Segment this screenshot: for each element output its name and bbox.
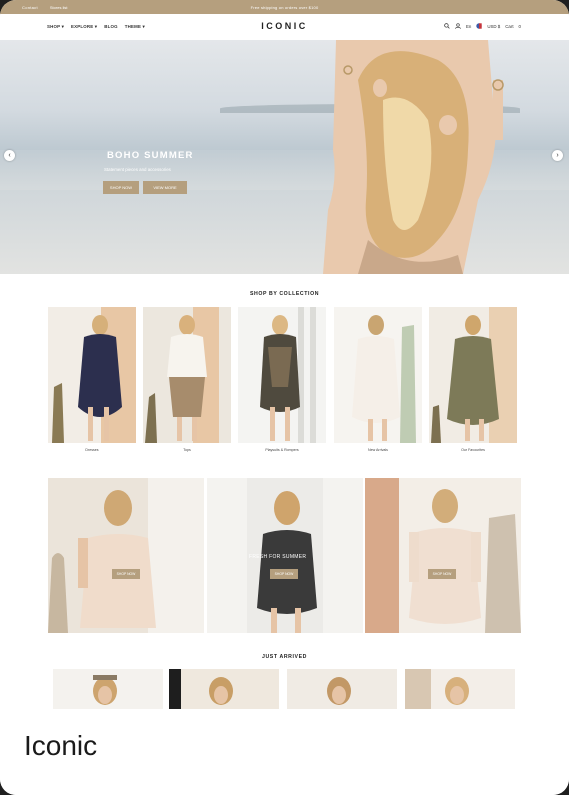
product-image [327,677,351,705]
caption-bar: Iconic [0,709,569,795]
flag-icon [476,23,483,30]
banner-right[interactable] [365,478,521,633]
product-card[interactable] [169,669,279,709]
hero-next-arrow[interactable]: › [552,150,563,161]
collection-label[interactable]: Playsuits & Rompers [238,448,326,452]
hero-slideshow: ‹ › [0,40,569,274]
collection-label[interactable]: New Arrivals [334,448,422,452]
hero-model-image [323,40,504,274]
main-header: SHOP ▾ EXPLORE ▾ BLOG THEME ▾ ICONIC En … [0,14,569,40]
collection-image [143,307,231,443]
hero-subtitle: Statement pieces and accessories [104,167,171,172]
collection-card-favourites[interactable] [429,307,517,443]
cart-link[interactable]: Cart [505,24,513,29]
hero-title: BOHO SUMMER [107,150,194,161]
product-image [405,669,469,709]
collection-image [52,307,136,443]
product-card[interactable] [405,669,515,709]
banner-center-button[interactable]: SHOP NOW [270,569,298,579]
collection-card-dresses[interactable] [48,307,136,443]
banner-left-button[interactable]: SHOP NOW [112,569,140,579]
currency-selector[interactable]: USD $ [487,24,500,29]
just-arrived-title: JUST ARRIVED [261,654,308,660]
banner-left[interactable] [48,478,204,633]
collection-label[interactable]: Tops [143,448,231,452]
banner-image [365,478,521,633]
product-image [181,669,279,709]
banner-center-title: FRESH FOR SUMMER [249,554,307,560]
collection-card-playsuits[interactable] [238,307,326,443]
collection-image [238,307,326,443]
banner-right-button[interactable]: SHOP NOW [428,569,456,579]
collection-label[interactable]: Our Favourites [429,448,517,452]
product-card[interactable] [287,669,397,709]
collection-card-tops[interactable] [143,307,231,443]
product-card[interactable] [53,669,163,709]
hero-view-button[interactable]: VIEW MORE [143,181,187,194]
product-image [93,675,117,705]
announcement-bar: Contact Stores list Free shipping on ord… [0,0,569,14]
collection-section-title: SHOP BY COLLECTION [249,291,320,297]
collection-label[interactable]: Dresses [48,448,136,452]
banner-image [48,478,204,633]
collection-image [334,307,422,443]
cart-count: 0 [518,24,521,29]
hero-shop-button[interactable]: SHOP NOW [103,181,139,194]
screenshot-card: Contact Stores list Free shipping on ord… [0,0,569,795]
language-selector[interactable]: En [466,24,471,29]
theme-name-caption: Iconic [24,730,98,761]
collection-image [429,307,517,443]
search-icon[interactable] [444,23,450,30]
collection-card-new-arrivals[interactable] [334,307,422,443]
account-icon[interactable] [455,23,461,30]
header-actions: En USD $ Cart 0 [444,23,521,30]
promo-text: Free shipping on orders over $100 [250,4,319,10]
hero-prev-arrow[interactable]: ‹ [4,150,15,161]
